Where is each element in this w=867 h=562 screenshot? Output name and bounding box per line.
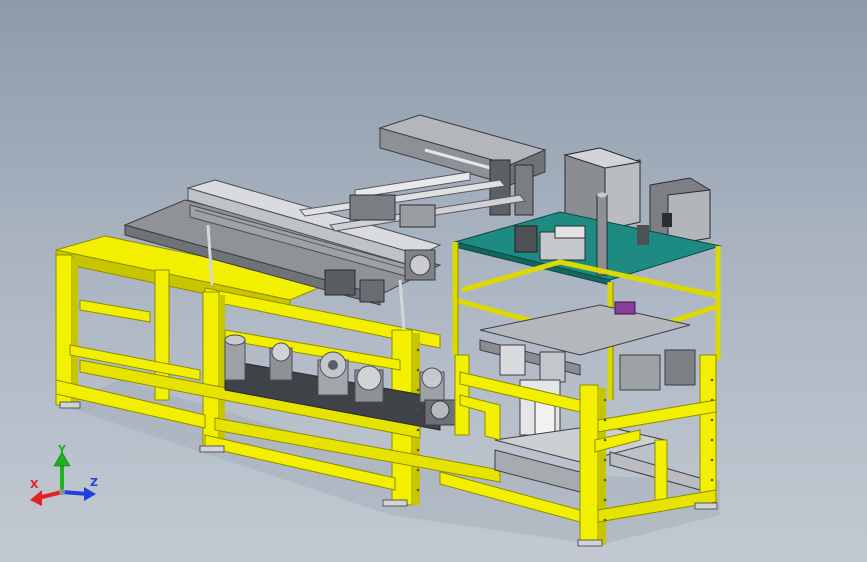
machine-model[interactable] bbox=[0, 0, 867, 562]
cad-viewport[interactable]: Y X Z bbox=[0, 0, 867, 562]
x-axis-arrow bbox=[30, 490, 42, 506]
y-axis-label: Y bbox=[58, 443, 66, 456]
gantry-assembly bbox=[299, 114, 547, 232]
x-axis-label: X bbox=[30, 478, 39, 491]
z-axis-arrow bbox=[84, 487, 96, 501]
z-axis-label: Z bbox=[90, 476, 98, 489]
